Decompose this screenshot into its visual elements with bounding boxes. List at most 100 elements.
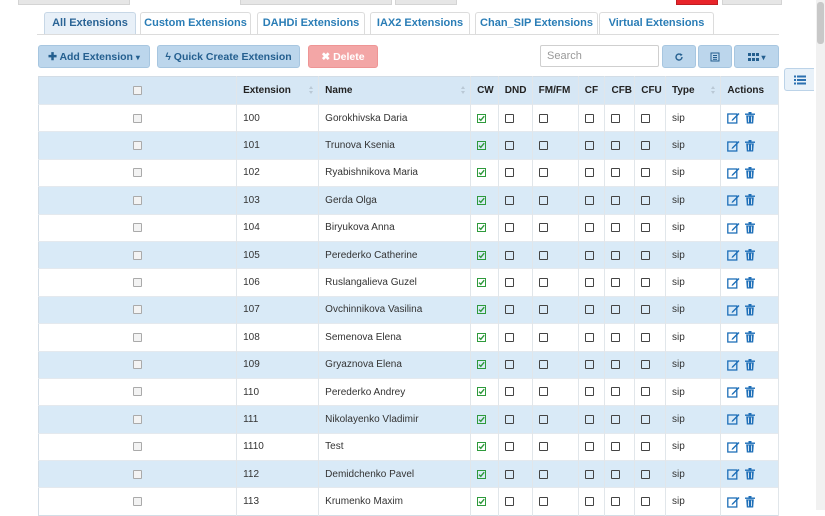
trash-icon[interactable] <box>745 440 756 453</box>
edit-icon[interactable] <box>727 468 740 480</box>
checked-checkbox-icon[interactable] <box>477 414 487 424</box>
fmfm-cell[interactable] <box>532 131 579 160</box>
unchecked-checkbox[interactable] <box>641 140 651 150</box>
unchecked-checkbox[interactable] <box>611 414 621 424</box>
cf-cell[interactable] <box>578 186 606 215</box>
unchecked-checkbox[interactable] <box>504 277 514 287</box>
unchecked-checkbox[interactable] <box>611 497 621 507</box>
cf-cell[interactable] <box>578 295 606 324</box>
edit-icon[interactable] <box>727 277 740 289</box>
select-all-checkbox[interactable] <box>133 85 143 95</box>
table-row[interactable]: 103 Gerda Olga sip <box>38 186 779 215</box>
cf-cell[interactable] <box>578 268 606 297</box>
cfb-cell[interactable] <box>604 377 636 406</box>
cw-cell[interactable] <box>470 131 499 160</box>
unchecked-checkbox[interactable] <box>504 414 514 424</box>
refresh-button[interactable] <box>662 45 696 68</box>
column-header-name[interactable]: Name <box>318 76 472 105</box>
row-select-cell[interactable] <box>38 350 238 379</box>
table-row[interactable]: 101 Trunova Ksenia sip <box>38 131 779 160</box>
cfb-cell[interactable] <box>604 213 636 242</box>
cfb-cell[interactable] <box>604 268 636 297</box>
trash-icon[interactable] <box>745 249 756 261</box>
scrollbar-thumb[interactable] <box>817 2 824 44</box>
unchecked-checkbox[interactable] <box>538 469 548 479</box>
unchecked-checkbox[interactable] <box>584 113 594 123</box>
unchecked-checkbox[interactable] <box>584 497 594 507</box>
unchecked-checkbox[interactable] <box>611 469 621 479</box>
dnd-cell[interactable] <box>498 460 533 488</box>
cw-cell[interactable] <box>470 323 499 352</box>
row-select-cell[interactable] <box>38 158 238 187</box>
row-select-cell[interactable] <box>38 295 238 324</box>
row-select-cell[interactable] <box>38 460 238 488</box>
cf-cell[interactable] <box>578 432 606 461</box>
cf-cell[interactable] <box>578 240 606 269</box>
side-panel-toggle[interactable] <box>784 68 814 91</box>
row-select-checkbox[interactable] <box>133 332 143 342</box>
cf-cell[interactable] <box>578 213 606 242</box>
trash-icon[interactable] <box>745 112 756 124</box>
unchecked-checkbox[interactable] <box>504 442 514 452</box>
unchecked-checkbox[interactable] <box>504 387 514 397</box>
edit-icon[interactable] <box>727 359 740 371</box>
cw-cell[interactable] <box>470 460 499 488</box>
row-select-cell[interactable] <box>38 240 238 269</box>
fmfm-cell[interactable] <box>532 213 579 242</box>
unchecked-checkbox[interactable] <box>641 305 651 315</box>
table-row[interactable]: 111 Nikolayenko Vladimir sip <box>38 405 779 434</box>
unchecked-checkbox[interactable] <box>504 250 514 260</box>
trash-icon[interactable] <box>745 386 756 398</box>
cf-cell[interactable] <box>578 460 606 488</box>
tab-iax2-extensions[interactable]: IAX2 Extensions <box>370 12 470 34</box>
row-select-cell[interactable] <box>38 186 238 215</box>
unchecked-checkbox[interactable] <box>641 113 651 123</box>
unchecked-checkbox[interactable] <box>641 414 651 424</box>
edit-icon[interactable] <box>727 112 740 124</box>
unchecked-checkbox[interactable] <box>641 195 651 205</box>
edit-icon[interactable] <box>727 441 740 453</box>
unchecked-checkbox[interactable] <box>504 360 514 370</box>
unchecked-checkbox[interactable] <box>504 305 514 315</box>
fmfm-cell[interactable] <box>532 487 579 516</box>
page-scrollbar[interactable] <box>816 0 825 510</box>
unchecked-checkbox[interactable] <box>641 277 651 287</box>
fmfm-cell[interactable] <box>532 295 579 324</box>
cf-cell[interactable] <box>578 323 606 352</box>
cw-cell[interactable] <box>470 213 499 242</box>
cfb-cell[interactable] <box>604 295 636 324</box>
column-header-type[interactable]: Type <box>665 76 722 105</box>
cfb-cell[interactable] <box>604 158 636 187</box>
checked-checkbox-icon[interactable] <box>477 360 487 370</box>
column-header-extension[interactable]: Extension <box>236 76 320 105</box>
fmfm-cell[interactable] <box>532 432 579 461</box>
cf-cell[interactable] <box>578 131 606 160</box>
unchecked-checkbox[interactable] <box>584 360 594 370</box>
trash-icon[interactable] <box>745 331 756 343</box>
unchecked-checkbox[interactable] <box>611 140 621 150</box>
trash-icon[interactable] <box>745 139 756 152</box>
dnd-cell[interactable] <box>498 432 533 461</box>
trash-icon[interactable] <box>745 221 756 234</box>
table-row[interactable]: 104 Biryukova Anna sip <box>38 213 779 242</box>
cf-cell[interactable] <box>578 377 606 406</box>
unchecked-checkbox[interactable] <box>538 168 548 178</box>
checked-checkbox-icon[interactable] <box>477 168 487 178</box>
fmfm-cell[interactable] <box>532 268 579 297</box>
tab-all-extensions[interactable]: All Extensions <box>44 12 136 34</box>
trash-icon[interactable] <box>745 276 756 289</box>
edit-icon[interactable] <box>727 386 740 398</box>
row-select-checkbox[interactable] <box>133 360 143 370</box>
fmfm-cell[interactable] <box>532 158 579 187</box>
row-select-cell[interactable] <box>38 432 238 461</box>
unchecked-checkbox[interactable] <box>538 442 548 452</box>
cfu-cell[interactable] <box>634 460 666 488</box>
unchecked-checkbox[interactable] <box>584 305 594 315</box>
unchecked-checkbox[interactable] <box>641 442 651 452</box>
unchecked-checkbox[interactable] <box>504 469 514 479</box>
cfu-cell[interactable] <box>634 268 666 297</box>
unchecked-checkbox[interactable] <box>584 442 594 452</box>
row-select-checkbox[interactable] <box>133 277 143 287</box>
delete-button[interactable]: ✖ Delete <box>308 45 378 68</box>
unchecked-checkbox[interactable] <box>584 168 594 178</box>
